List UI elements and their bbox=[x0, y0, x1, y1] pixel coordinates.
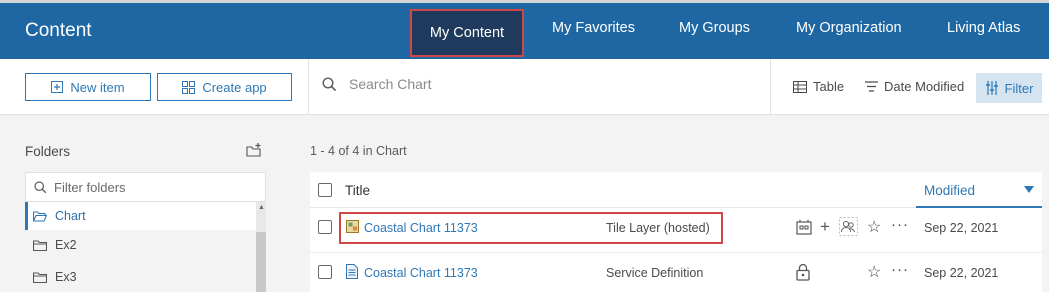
column-modified-label: Modified bbox=[924, 183, 976, 198]
toolbar-divider bbox=[770, 59, 771, 115]
more-options-icon[interactable]: ··· bbox=[891, 216, 909, 233]
folder-label: Ex2 bbox=[55, 238, 77, 252]
create-app-button[interactable]: Create app bbox=[157, 73, 292, 101]
search-placeholder: Search Chart bbox=[349, 76, 432, 92]
add-folder-button[interactable] bbox=[246, 143, 262, 162]
results-count: 1 - 4 of 4 in Chart bbox=[310, 144, 407, 158]
items-table: Title Modified Coastal Chart 11373 Tile … bbox=[310, 172, 1042, 292]
create-app-label: Create app bbox=[202, 79, 267, 95]
tab-my-groups[interactable]: My Groups bbox=[679, 20, 750, 36]
row-checkbox[interactable] bbox=[318, 220, 332, 234]
tab-my-favorites[interactable]: My Favorites bbox=[552, 20, 635, 36]
more-options-icon[interactable]: ··· bbox=[891, 261, 909, 278]
service-definition-icon bbox=[346, 264, 358, 279]
organization-share-icon[interactable] bbox=[796, 219, 812, 235]
search-icon bbox=[322, 76, 337, 91]
content-toolbar: New item Create app Search Chart Table D… bbox=[0, 59, 1049, 115]
folder-list: Chart Ex2 Ex3 bbox=[25, 202, 266, 292]
view-table-button[interactable]: Table bbox=[793, 79, 844, 94]
search-icon bbox=[34, 180, 47, 193]
plus-square-icon bbox=[51, 81, 64, 93]
tab-label: My Content bbox=[429, 25, 505, 41]
lock-icon[interactable] bbox=[796, 263, 810, 281]
page-title: Content bbox=[25, 20, 92, 41]
item-type: Tile Layer (hosted) bbox=[606, 221, 710, 235]
scroll-up-icon[interactable]: ▲ bbox=[258, 204, 265, 211]
tab-my-organization[interactable]: My Organization bbox=[796, 20, 902, 36]
folder-icon bbox=[33, 271, 47, 283]
folder-label: Chart bbox=[55, 209, 86, 223]
table-row[interactable]: Coastal Chart 11373 Service Definition ☆… bbox=[310, 254, 1042, 292]
column-title[interactable]: Title bbox=[345, 183, 370, 198]
tile-layer-icon bbox=[346, 220, 359, 233]
grid-icon bbox=[182, 80, 196, 94]
folders-heading: Folders bbox=[25, 144, 71, 159]
table-row[interactable]: Coastal Chart 11373 Tile Layer (hosted) … bbox=[310, 209, 1042, 253]
select-all-checkbox[interactable] bbox=[318, 183, 332, 197]
tab-my-content[interactable]: My Content bbox=[410, 9, 524, 57]
sort-button[interactable]: Date Modified bbox=[865, 79, 964, 94]
table-header: Title Modified bbox=[310, 172, 1042, 208]
open-folder-icon bbox=[33, 210, 47, 222]
item-modified-date: Sep 22, 2021 bbox=[924, 221, 999, 235]
folder-scrollbar[interactable]: ▲ bbox=[256, 202, 266, 292]
search-input[interactable]: Search Chart bbox=[322, 76, 431, 92]
new-item-label: New item bbox=[70, 79, 125, 95]
table-icon bbox=[793, 80, 807, 93]
item-title-link[interactable]: Coastal Chart 11373 bbox=[364, 266, 478, 280]
groups-share-icon[interactable] bbox=[839, 217, 858, 236]
folder-icon bbox=[33, 239, 47, 251]
folder-item-ex2[interactable]: Ex2 bbox=[25, 231, 257, 259]
favorite-star-icon[interactable]: ☆ bbox=[867, 262, 881, 282]
row-checkbox[interactable] bbox=[318, 265, 332, 279]
folder-item-chart[interactable]: Chart bbox=[25, 202, 257, 230]
new-item-button[interactable]: New item bbox=[25, 73, 151, 101]
item-modified-date: Sep 22, 2021 bbox=[924, 266, 999, 280]
scroll-thumb[interactable] bbox=[256, 232, 266, 292]
sort-label: Date Modified bbox=[884, 79, 965, 94]
plus-icon[interactable]: + bbox=[820, 217, 830, 237]
filter-sliders-icon bbox=[985, 81, 998, 95]
sort-descending-icon bbox=[1024, 186, 1034, 193]
filter-folders-input[interactable]: Filter folders bbox=[25, 172, 266, 202]
item-type: Service Definition bbox=[606, 266, 704, 280]
folder-item-ex3[interactable]: Ex3 bbox=[25, 263, 257, 291]
tab-living-atlas[interactable]: Living Atlas bbox=[947, 20, 1020, 36]
toolbar-divider bbox=[308, 59, 309, 115]
folder-label: Ex3 bbox=[55, 270, 77, 284]
column-modified[interactable]: Modified bbox=[916, 172, 1042, 208]
view-label: Table bbox=[813, 79, 845, 94]
favorite-star-icon[interactable]: ☆ bbox=[867, 217, 881, 237]
filter-label: Filter bbox=[1004, 80, 1034, 96]
item-title-link[interactable]: Coastal Chart 11373 bbox=[364, 221, 478, 235]
filter-folders-placeholder: Filter folders bbox=[54, 179, 126, 195]
sort-lines-icon bbox=[865, 81, 878, 92]
add-folder-icon bbox=[246, 143, 261, 157]
filter-button[interactable]: Filter bbox=[976, 73, 1042, 103]
top-nav-bar: Content My Content My Favorites My Group… bbox=[0, 0, 1049, 59]
